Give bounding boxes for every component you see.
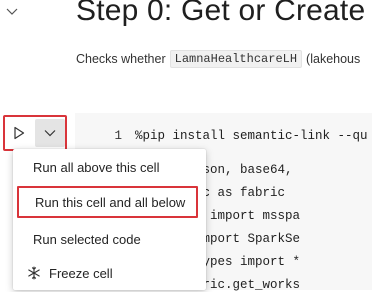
code-line: %pip install semantic-link --qu <box>135 129 368 143</box>
run-toolbar <box>3 115 67 151</box>
cell-description: Checks whether LamnaHealthcareLH (lakeho… <box>76 50 360 68</box>
line-number: 1 <box>114 129 122 143</box>
menu-item-label: Run selected code <box>33 231 141 247</box>
menu-item-run-selected-code[interactable]: Run selected code <box>13 223 206 255</box>
menu-item-run-all-above[interactable]: Run all above this cell <box>13 151 206 183</box>
code-line-text: %pip install semantic-link --qu <box>135 129 368 143</box>
menu-item-freeze-cell[interactable]: Freeze cell <box>13 257 206 289</box>
cell-title: Step 0: Get or Create <box>76 0 366 27</box>
chevron-down-icon <box>44 130 56 137</box>
description-suffix: (lakehous <box>306 52 361 66</box>
run-options-dropdown-button[interactable] <box>35 119 65 147</box>
menu-item-label: Freeze cell <box>49 265 113 281</box>
menu-item-run-cell-and-below[interactable]: Run this cell and all below <box>17 186 198 218</box>
collapse-chevron-icon[interactable] <box>6 8 18 16</box>
description-prefix: Checks whether <box>76 52 166 66</box>
play-icon <box>14 126 25 140</box>
run-cell-button[interactable] <box>5 117 33 149</box>
snowflake-icon <box>27 266 43 280</box>
menu-item-label: Run all above this cell <box>33 159 160 175</box>
lakehouse-name-chip: LamnaHealthcareLH <box>169 50 303 68</box>
menu-item-label: Run this cell and all below <box>35 194 186 210</box>
run-options-menu: Run all above this cell Run this cell an… <box>13 149 206 290</box>
